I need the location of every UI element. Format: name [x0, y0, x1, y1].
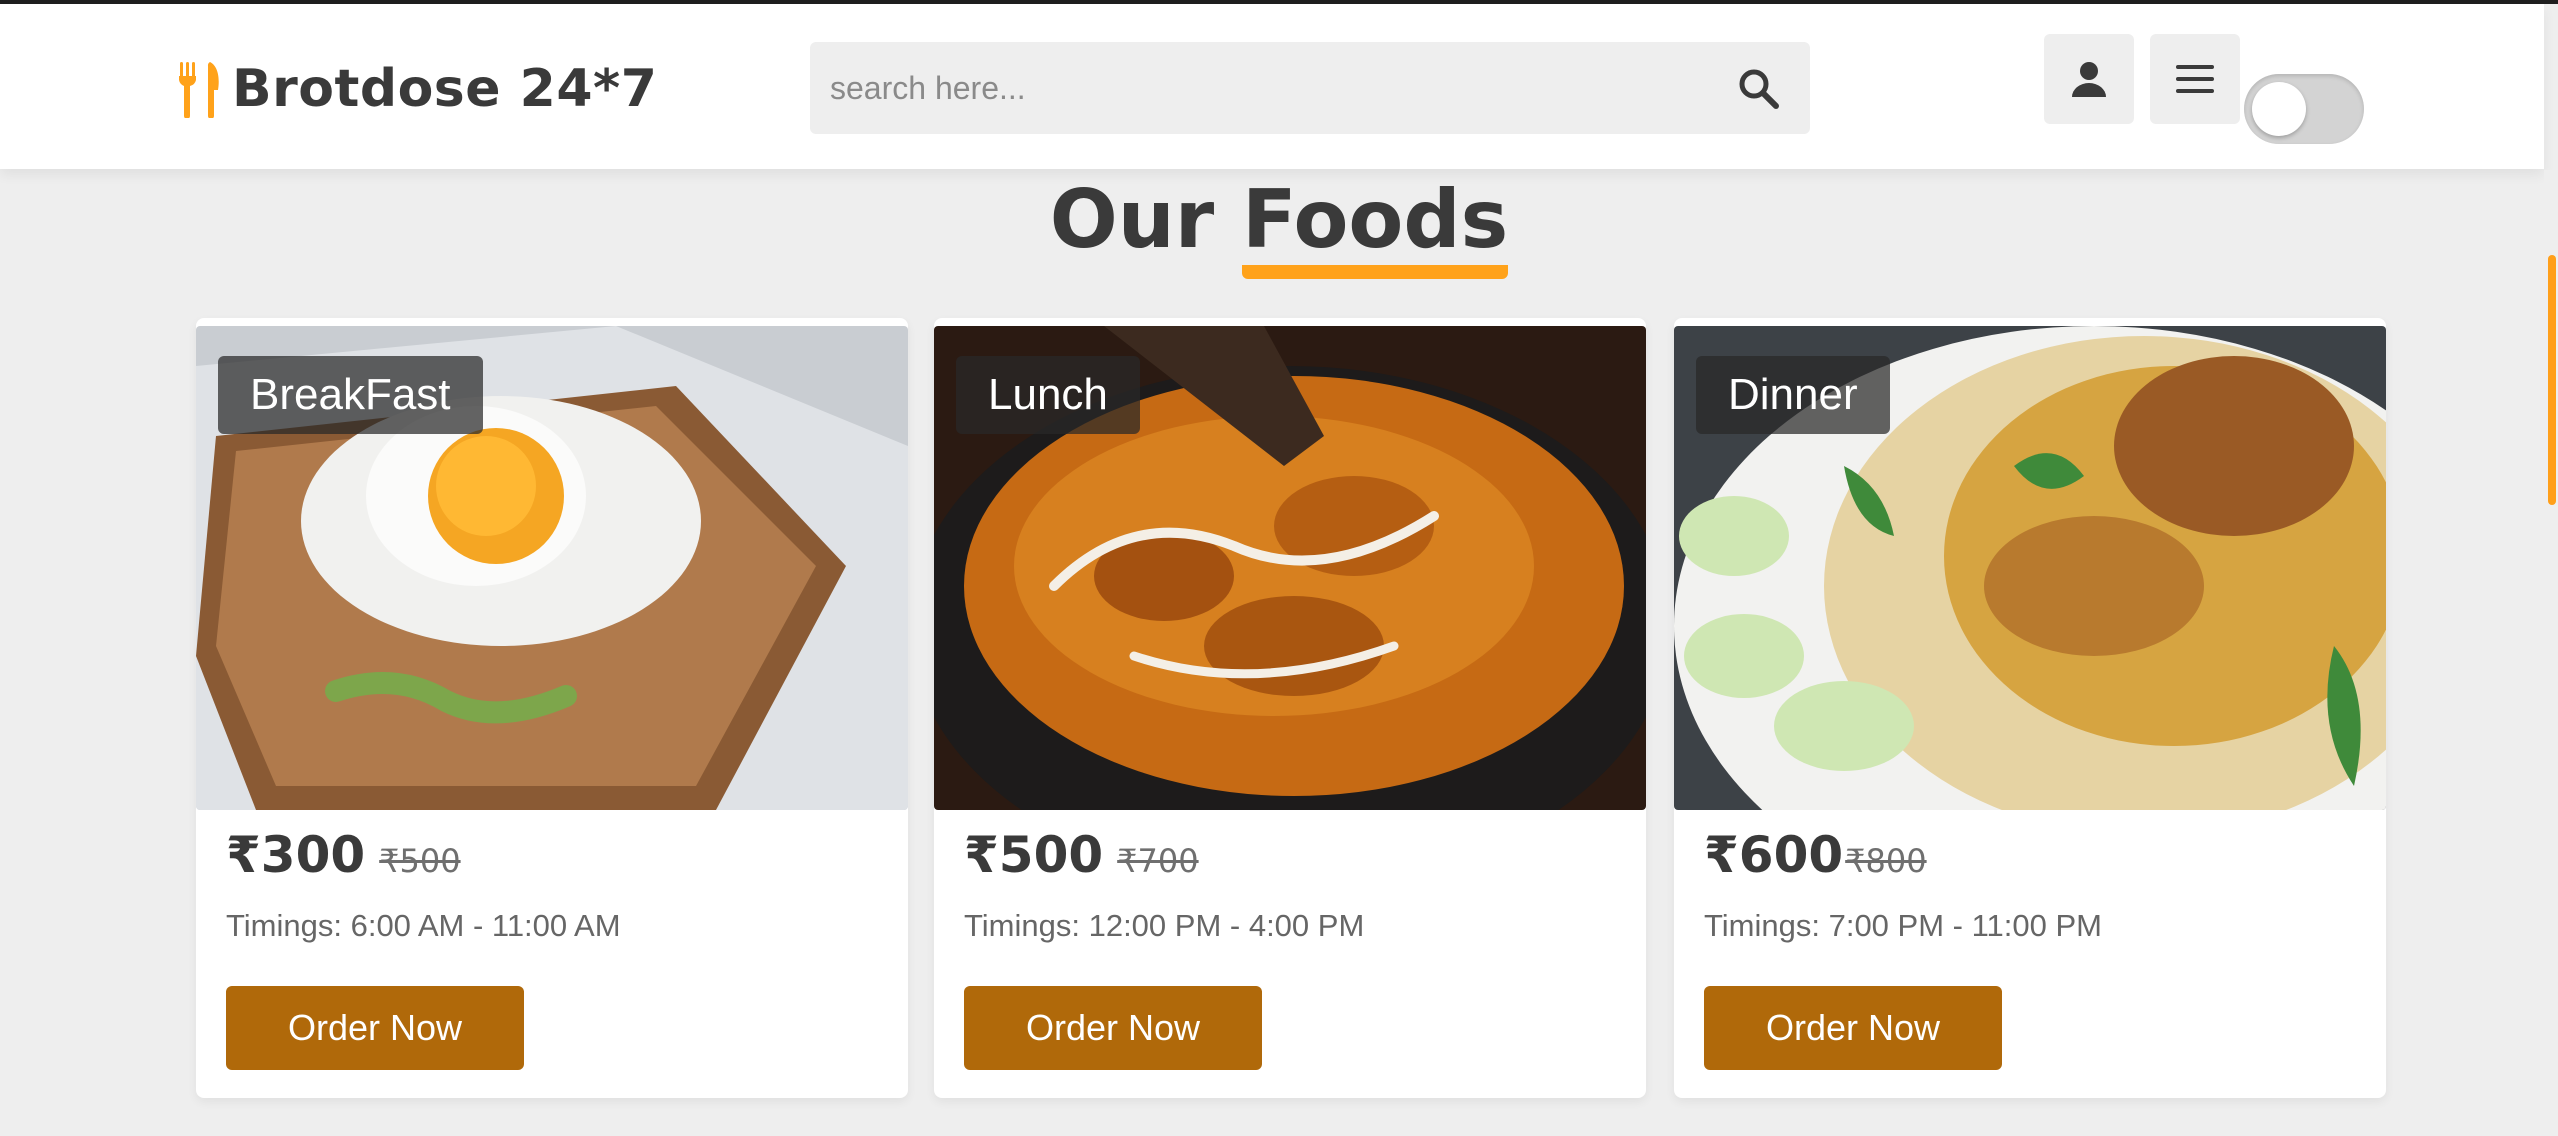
section-title: Our Foods [0, 170, 2558, 279]
theme-toggle[interactable] [2244, 74, 2364, 144]
price-row: ₹300 ₹500 [226, 826, 461, 884]
old-price: ₹800 [1845, 842, 1927, 880]
price-row: ₹500 ₹700 [964, 826, 1199, 884]
price: ₹600 [1704, 826, 1844, 884]
logo-link[interactable]: Brotdose 24*7 [176, 54, 657, 124]
order-now-button[interactable]: Order Now [964, 986, 1262, 1070]
timings: Timings: 12:00 PM - 4:00 PM [964, 908, 1365, 943]
category-tag: Dinner [1696, 356, 1890, 434]
logo-text: Brotdose 24*7 [232, 59, 658, 119]
food-image-breakfast: BreakFast [196, 326, 908, 810]
category-tag: BreakFast [218, 356, 483, 434]
toggle-knob [2252, 82, 2306, 136]
menu-icon [2176, 65, 2214, 93]
order-now-button[interactable]: Order Now [226, 986, 524, 1070]
title-word-foods: Foods [1242, 175, 1509, 279]
food-image-lunch: Lunch [934, 326, 1646, 810]
price-row: ₹600 ₹800 [1704, 826, 1927, 884]
timings: Timings: 6:00 AM - 11:00 AM [226, 908, 621, 943]
search-icon[interactable] [1736, 66, 1780, 110]
user-icon [2072, 62, 2106, 97]
search-bar [810, 42, 1810, 134]
site-header: Brotdose 24*7 [0, 4, 2544, 169]
food-card-dinner: Dinner ₹600 ₹800 Timings: 7:00 PM - 11:0… [1674, 318, 2386, 1098]
food-card-lunch: Lunch ₹500 ₹700 Timings: 12:00 PM - 4:00… [934, 318, 1646, 1098]
price: ₹500 [964, 826, 1104, 884]
scrollbar-thumb[interactable] [2548, 255, 2556, 505]
food-card-breakfast: BreakFast ₹300 ₹500 Timings: 6:00 AM - 1… [196, 318, 908, 1098]
timings: Timings: 7:00 PM - 11:00 PM [1704, 908, 2102, 943]
utensils-icon [179, 62, 219, 118]
old-price: ₹500 [379, 842, 461, 880]
title-word-our: Our [1049, 173, 1215, 266]
menu-button[interactable] [2150, 34, 2240, 124]
food-image-dinner: Dinner [1674, 326, 2386, 810]
search-input[interactable] [810, 42, 1736, 134]
old-price: ₹700 [1117, 842, 1199, 880]
price: ₹300 [226, 826, 366, 884]
user-button[interactable] [2044, 34, 2134, 124]
category-tag: Lunch [956, 356, 1140, 434]
order-now-button[interactable]: Order Now [1704, 986, 2002, 1070]
